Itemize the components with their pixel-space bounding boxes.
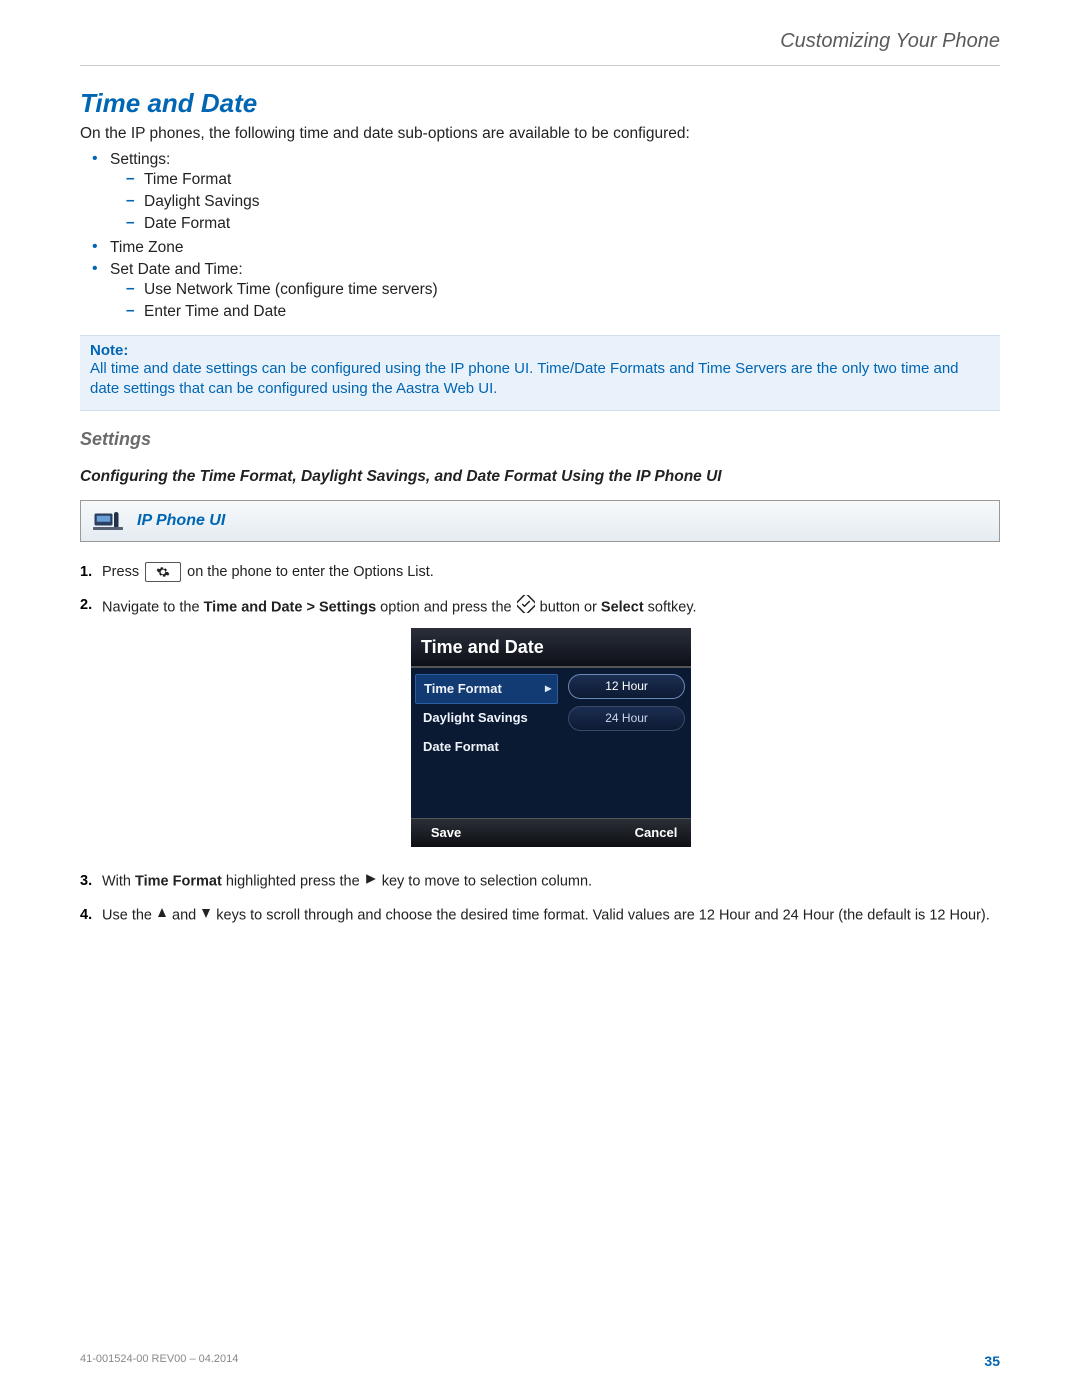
- header-breadcrumb: Customizing Your Phone: [80, 30, 1000, 66]
- list-item: Enter Time and Date: [132, 301, 1000, 323]
- down-arrow-icon: [201, 905, 211, 926]
- phone-option-12-hour: 12 Hour: [568, 674, 685, 699]
- doc-revision: 41-001524-00 REV00 – 04.2014: [80, 1353, 238, 1369]
- desk-phone-icon: [91, 507, 125, 535]
- phone-softkey-blank: [551, 819, 621, 848]
- step-4: Use the and keys to scroll through and c…: [80, 899, 1000, 932]
- list-label: Set Date and Time:: [110, 261, 243, 278]
- list-item: Date Format: [132, 213, 1000, 235]
- step-text: on the phone to enter the Options List.: [187, 564, 434, 580]
- select-label: Select: [601, 599, 644, 615]
- step-text: and: [168, 907, 200, 923]
- step-text: Use the: [102, 907, 156, 923]
- step-text: keys to scroll through and choose the de…: [212, 907, 990, 923]
- phone-titlebar: Time and Date: [411, 628, 691, 668]
- steps-list: Press on the phone to enter the Options …: [80, 556, 1000, 933]
- step-text: button or: [536, 599, 601, 615]
- list-item: Time Zone: [98, 237, 1000, 259]
- up-arrow-icon: [157, 905, 167, 926]
- step-text: Press: [102, 564, 139, 580]
- step-text: Navigate to the: [102, 599, 204, 615]
- select-check-icon: [517, 595, 535, 620]
- step-text: key to move to selection column.: [378, 874, 592, 890]
- options-list: Settings: Time Format Daylight Savings D…: [80, 149, 1000, 325]
- intro-text: On the IP phones, the following time and…: [80, 125, 1000, 143]
- note-label: Note:: [90, 342, 990, 359]
- step-text: softkey.: [644, 599, 697, 615]
- phone-screenshot: Time and Date Time Format Daylight Savin…: [411, 628, 691, 848]
- list-label: Settings:: [110, 151, 170, 168]
- list-item: Set Date and Time: Use Network Time (con…: [98, 259, 1000, 325]
- time-format-label: Time Format: [135, 874, 222, 890]
- nav-path: Time and Date > Settings: [204, 599, 377, 615]
- right-arrow-icon: [365, 871, 377, 892]
- ip-phone-ui-label: IP Phone UI: [137, 512, 225, 530]
- list-item: Settings: Time Format Daylight Savings D…: [98, 149, 1000, 237]
- step-text: With: [102, 874, 135, 890]
- list-item: Daylight Savings: [132, 191, 1000, 213]
- step-text: highlighted press the: [222, 874, 364, 890]
- section-title: Time and Date: [80, 88, 1000, 119]
- options-key-icon: [145, 562, 181, 582]
- phone-menu-time-format: Time Format: [415, 674, 558, 705]
- step-2: Navigate to the Time and Date > Settings…: [80, 589, 1000, 866]
- step-3: With Time Format highlighted press the k…: [80, 865, 1000, 898]
- phone-menu-daylight-savings: Daylight Savings: [415, 704, 558, 733]
- step-1: Press on the phone to enter the Options …: [80, 556, 1000, 589]
- settings-heading: Settings: [80, 429, 1000, 450]
- page-number: 35: [984, 1353, 1000, 1369]
- phone-softkey-cancel: Cancel: [621, 819, 691, 848]
- note-box: Note: All time and date settings can be …: [80, 335, 1000, 411]
- ip-phone-ui-bar: IP Phone UI: [80, 500, 1000, 542]
- note-text: All time and date settings can be config…: [90, 359, 990, 400]
- phone-softkey-save: Save: [411, 819, 481, 848]
- phone-softkey-blank: [481, 819, 551, 848]
- list-item: Use Network Time (configure time servers…: [132, 279, 1000, 301]
- page-footer: 41-001524-00 REV00 – 04.2014 35: [80, 1353, 1000, 1369]
- phone-option-24-hour: 24 Hour: [568, 706, 685, 731]
- phone-menu-date-format: Date Format: [415, 733, 558, 762]
- list-item: Time Format: [132, 169, 1000, 191]
- step-text: option and press the: [376, 599, 515, 615]
- configuring-heading: Configuring the Time Format, Daylight Sa…: [80, 468, 1000, 486]
